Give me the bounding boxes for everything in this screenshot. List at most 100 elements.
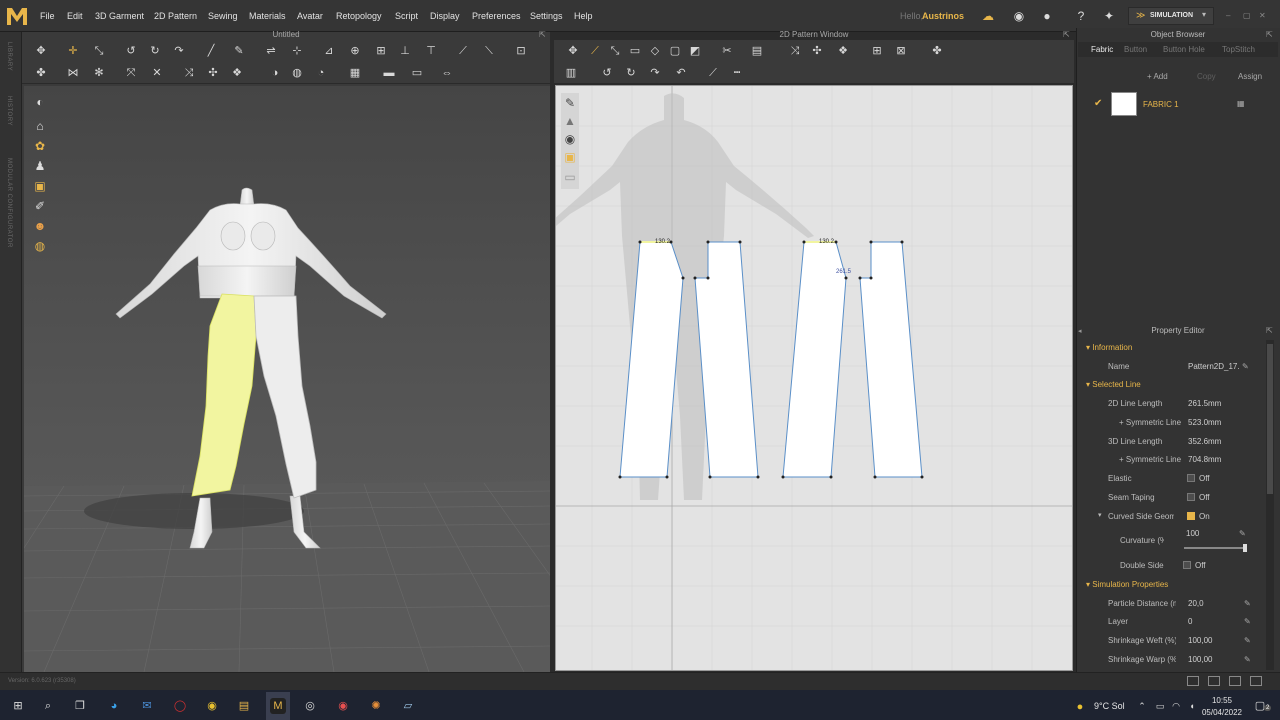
expand-browser-icon[interactable]: ⇱ [1266, 30, 1273, 39]
2d-rectangle-icon[interactable]: ▭ [628, 44, 642, 58]
restore-icon[interactable]: ▢ [1243, 11, 1251, 20]
layout-3d-icon[interactable] [1250, 676, 1262, 686]
tab-fabric[interactable]: Fabric [1091, 45, 1113, 54]
close-icon[interactable]: ✕ [1259, 11, 1266, 20]
curvature-slider-thumb[interactable] [1243, 544, 1247, 552]
information-section-header[interactable]: ▾ Information [1086, 343, 1132, 352]
obs-icon[interactable]: ◎ [302, 698, 318, 714]
steam-icon[interactable]: ⊿ [322, 44, 336, 58]
modular-configurator-tab[interactable]: MODULAR CONFIGURATOR [6, 158, 12, 248]
curvature-slider-track[interactable] [1184, 547, 1246, 549]
2d-ruler-icon[interactable]: ┅ [730, 66, 744, 80]
2d-flip-icon[interactable]: ↷ [648, 66, 662, 80]
menu-file[interactable]: File [40, 11, 55, 21]
2d-view-shirt-icon[interactable]: ▲ [562, 113, 578, 129]
select-move-icon[interactable]: ✥ [34, 44, 48, 58]
app-logo-icon[interactable] [4, 3, 30, 29]
double-side-checkbox[interactable] [1183, 561, 1191, 569]
menu-help[interactable]: Help [574, 11, 593, 21]
windows-start-icon[interactable]: ⊞ [10, 698, 26, 714]
shrinkage-weft-value[interactable]: 100,00 [1188, 636, 1212, 645]
2d-pin-icon[interactable]: ✤ [930, 44, 944, 58]
strap-icon[interactable]: ⊤ [424, 44, 438, 58]
unfold-icon[interactable]: ↷ [172, 44, 186, 58]
2d-topstitch-icon[interactable]: ⊞ [870, 44, 884, 58]
view-body-icon[interactable]: ♟ [32, 158, 48, 174]
menu-settings[interactable]: Settings [530, 11, 563, 21]
seam-icon[interactable]: ⇌ [264, 44, 278, 58]
copy-fabric-button[interactable]: Copy [1197, 72, 1216, 81]
elastic-checkbox[interactable] [1187, 474, 1195, 482]
particle-distance-value[interactable]: 20,0 [1188, 599, 1204, 608]
2d-segment-sew-icon[interactable]: ⤨ [788, 44, 802, 58]
deactivate-icon[interactable]: ▭ [410, 66, 424, 80]
view-avatar-color-icon[interactable]: ☻ [32, 218, 48, 234]
pattern-piece-3[interactable] [782, 241, 847, 478]
avatar-pose-icon[interactable]: ✤ [34, 66, 48, 80]
pin-icon[interactable]: ⊥ [398, 44, 412, 58]
speaker-icon[interactable]: ◉ [1012, 9, 1026, 23]
name-value[interactable]: Pattern2D_17... [1188, 362, 1240, 371]
curved-side-checkbox[interactable] [1187, 512, 1195, 520]
edit-particle-icon[interactable]: ✎ [1244, 599, 1251, 608]
layer-value[interactable]: 0 [1188, 617, 1192, 626]
tab-button[interactable]: Button [1124, 45, 1147, 54]
2d-trace-icon[interactable]: ✂ [720, 44, 734, 58]
fabric-swatch[interactable] [1111, 92, 1137, 116]
seam-taping-checkbox[interactable] [1187, 493, 1195, 501]
community-icon[interactable]: ✦ [1102, 9, 1116, 23]
username[interactable]: Austrinos [922, 11, 964, 21]
mail-icon[interactable]: ✉ [139, 698, 155, 714]
menu-materials[interactable]: Materials [249, 11, 286, 21]
tab-button-hole[interactable]: Button Hole [1163, 45, 1205, 54]
task-view-icon[interactable]: ❐ [72, 698, 88, 714]
notepad-icon[interactable]: ▱ [400, 698, 416, 714]
view-avatar-icon[interactable]: ⌂ [32, 118, 48, 134]
2d-view-pen-icon[interactable]: ✎ [562, 95, 578, 111]
layout-split-icon[interactable] [1208, 676, 1220, 686]
file-explorer-icon[interactable]: ▤ [236, 698, 252, 714]
texture-icon[interactable]: ⤨ [182, 66, 196, 80]
menu-retopology[interactable]: Retopology [336, 11, 382, 21]
2d-view-lock-icon[interactable]: ▭ [562, 169, 578, 185]
expand-2d-icon[interactable]: ⇱ [1063, 30, 1070, 39]
freeze-icon[interactable]: ▬ [382, 66, 396, 80]
edit-warp-icon[interactable]: ✎ [1244, 655, 1251, 664]
edit-layer-icon[interactable]: ✎ [1244, 617, 1251, 626]
network-icon[interactable]: ▭ [1152, 698, 1168, 714]
transform-icon[interactable]: ⤡ [92, 44, 106, 58]
edit-texture-icon[interactable]: ✣ [206, 66, 220, 80]
view-fabric-icon[interactable]: ✿ [32, 138, 48, 154]
clock-date[interactable]: 05/04/2022 [1198, 708, 1246, 717]
expand-editor-icon[interactable]: ⇱ [1266, 326, 1273, 335]
view-garment-icon[interactable]: ◐ [32, 94, 48, 110]
tray-chevron-icon[interactable]: ⌃ [1134, 698, 1150, 714]
add-fabric-button[interactable]: + Add [1147, 72, 1168, 81]
minimize-icon[interactable]: – [1226, 11, 1230, 20]
brush-icon[interactable]: ✎ [232, 44, 246, 58]
2d-grid-icon[interactable]: ⊠ [894, 44, 908, 58]
shrink-icon[interactable]: ◑ [268, 66, 282, 80]
2d-layout-icon[interactable]: ▥ [564, 66, 578, 80]
2d-select-icon[interactable]: ✥ [566, 44, 580, 58]
pants-garment[interactable] [191, 293, 317, 499]
menu-script[interactable]: Script [395, 11, 418, 21]
pattern-piece-4[interactable] [859, 241, 923, 478]
select-point-icon[interactable]: ✛ [66, 44, 80, 58]
tape-icon[interactable]: ⟍ [482, 44, 496, 58]
arrange-icon[interactable]: ⤧ [124, 66, 138, 80]
2d-rotate-icon[interactable]: ↺ [600, 66, 614, 80]
property-scrollbar-thumb[interactable] [1267, 344, 1273, 494]
tab-topstitch[interactable]: TopStitch [1222, 45, 1274, 54]
view-brush-icon[interactable]: ✐ [32, 198, 48, 214]
menu-edit[interactable]: Edit [67, 11, 83, 21]
2d-notch-icon[interactable]: ▤ [750, 44, 764, 58]
layout-2d-icon[interactable] [1229, 676, 1241, 686]
2d-measure-icon[interactable]: ⟋ [706, 66, 720, 80]
menu-sewing[interactable]: Sewing [208, 11, 238, 21]
edit-weft-icon[interactable]: ✎ [1244, 636, 1251, 645]
view-texture-icon[interactable]: ▣ [32, 178, 48, 194]
2d-dart-icon[interactable]: ◩ [688, 44, 702, 58]
curved-expand-icon[interactable]: ▾ [1098, 511, 1102, 519]
clock-time[interactable]: 10:55 [1202, 696, 1242, 705]
